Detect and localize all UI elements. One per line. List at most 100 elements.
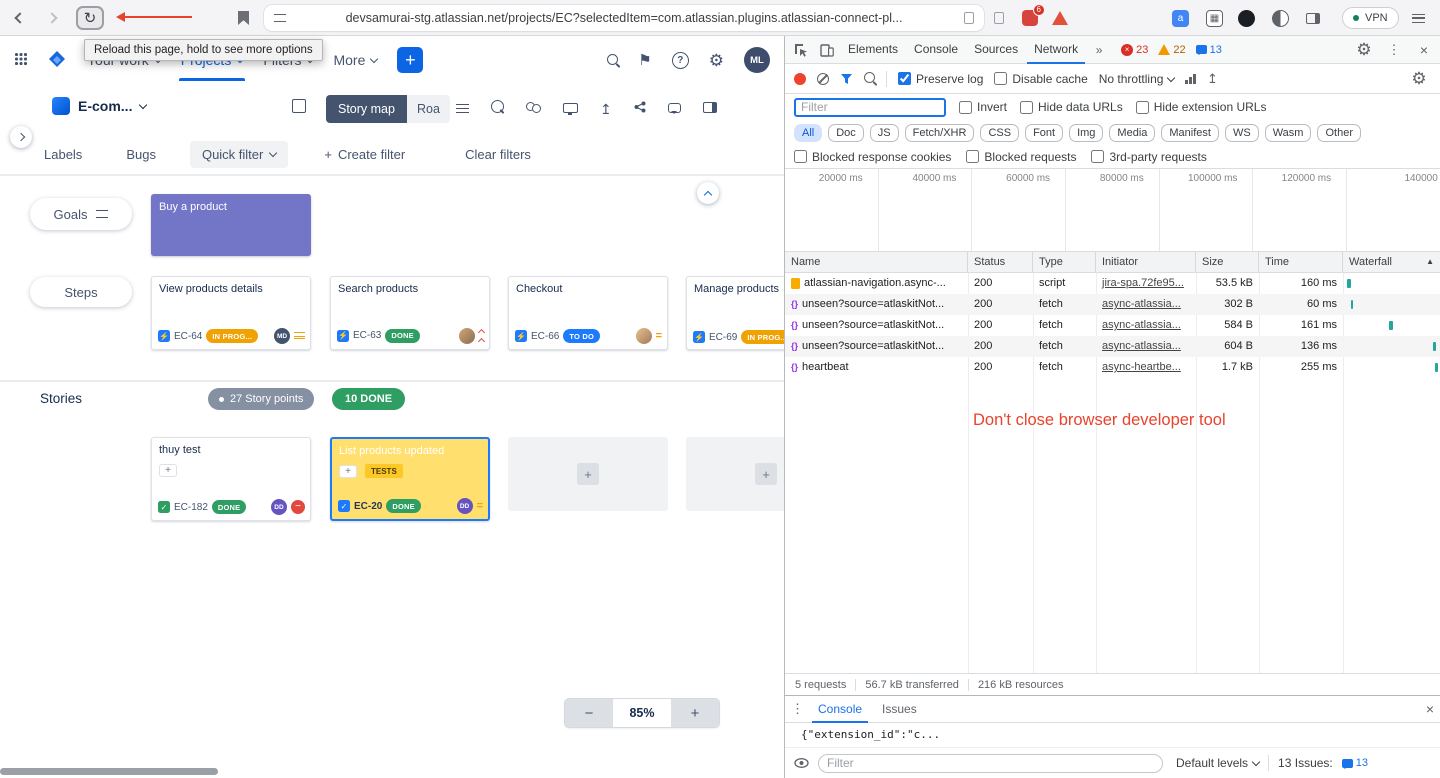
- log-levels-dropdown[interactable]: Default levels: [1176, 756, 1259, 770]
- drawer-menu-button[interactable]: ⋮: [791, 701, 804, 717]
- extension-shield-button[interactable]: 6: [1022, 0, 1038, 36]
- step-card[interactable]: Search products ⚡ EC-63 DONE: [330, 276, 490, 350]
- theme-toggle-button[interactable]: [1272, 0, 1289, 36]
- throttling-dropdown[interactable]: No throttling: [1099, 72, 1175, 86]
- invert-checkbox[interactable]: Invert: [959, 100, 1007, 114]
- filter-pill-ws[interactable]: WS: [1225, 124, 1259, 142]
- presentation-button[interactable]: [563, 100, 578, 118]
- eye-icon[interactable]: [794, 758, 809, 768]
- reload-button[interactable]: ↻: [76, 6, 104, 30]
- step-card[interactable]: Checkout ⚡ EC-66 TO DO =: [508, 276, 668, 350]
- apps-grid-button[interactable]: [14, 52, 27, 68]
- step-card[interactable]: Manage products ⚡ EC-69 IN PROG...: [686, 276, 784, 350]
- record-button[interactable]: [794, 73, 806, 85]
- drawer-tab-console[interactable]: Console: [812, 696, 868, 723]
- story-card-selected[interactable]: List products updated +TESTS ✓ EC-20 DON…: [330, 437, 490, 521]
- network-request-row[interactable]: {}unseen?source=atlaskitNot... 200 fetch…: [785, 294, 1440, 315]
- devtools-menu-button[interactable]: ⋮: [1382, 38, 1406, 62]
- github-extension-button[interactable]: [1238, 0, 1255, 36]
- bookmark-button[interactable]: [238, 0, 249, 36]
- tab-story-map[interactable]: Story map: [326, 95, 407, 123]
- filter-funnel-icon[interactable]: [840, 73, 853, 85]
- column-header-status[interactable]: Status: [968, 252, 1033, 272]
- add-subcard-button[interactable]: +: [159, 464, 177, 477]
- filter-pill-img[interactable]: Img: [1069, 124, 1103, 142]
- filter-pill-media[interactable]: Media: [1109, 124, 1155, 142]
- panel-button[interactable]: [703, 100, 717, 118]
- empty-card-slot[interactable]: +: [508, 437, 668, 511]
- zoom-out-button[interactable]: −: [565, 699, 613, 727]
- add-subcard-button[interactable]: +: [339, 465, 357, 478]
- settings-button[interactable]: ⚙: [709, 52, 724, 69]
- column-header-time[interactable]: Time: [1259, 252, 1343, 272]
- devtools-close-button[interactable]: ×: [1412, 38, 1436, 62]
- filter-pill-wasm[interactable]: Wasm: [1265, 124, 1312, 142]
- team-button[interactable]: [526, 100, 541, 118]
- clear-filters-button[interactable]: Clear filters: [465, 147, 531, 162]
- network-request-row[interactable]: {}heartbeat 200 fetch async-heartbe... 1…: [785, 357, 1440, 378]
- user-avatar[interactable]: ML: [744, 47, 770, 73]
- goal-card[interactable]: Buy a product: [151, 194, 311, 256]
- project-breadcrumb[interactable]: E-com...: [52, 97, 146, 115]
- jira-logo[interactable]: [47, 50, 67, 70]
- column-header-waterfall[interactable]: Waterfall▲: [1343, 252, 1440, 272]
- forward-button[interactable]: [48, 0, 56, 36]
- drawer-close-button[interactable]: ×: [1426, 701, 1434, 717]
- devtools-settings-button[interactable]: ⚙: [1352, 38, 1376, 62]
- column-header-type[interactable]: Type: [1033, 252, 1096, 272]
- filter-pill-doc[interactable]: Doc: [828, 124, 864, 142]
- tab-console[interactable]: Console: [907, 36, 965, 64]
- column-header-initiator[interactable]: Initiator: [1096, 252, 1196, 272]
- create-filter-button[interactable]: +Create filter: [324, 147, 405, 162]
- network-search-button[interactable]: [864, 72, 875, 86]
- page-tools-icon[interactable]: [964, 12, 974, 24]
- sidebar-toggle-button[interactable]: [1306, 0, 1320, 36]
- hide-data-urls-checkbox[interactable]: Hide data URLs: [1020, 100, 1123, 114]
- add-card-button[interactable]: +: [755, 463, 777, 485]
- drawer-tab-issues[interactable]: Issues: [876, 696, 923, 723]
- issues-badge[interactable]: 13: [1342, 757, 1368, 769]
- network-settings-button[interactable]: ⚙: [1407, 67, 1431, 91]
- error-count-badge[interactable]: ×23: [1121, 44, 1148, 56]
- network-filter-input[interactable]: [794, 98, 946, 117]
- filter-bugs[interactable]: Bugs: [126, 147, 156, 162]
- filter-pill-manifest[interactable]: Manifest: [1161, 124, 1219, 142]
- filter-pill-other[interactable]: Other: [1317, 124, 1361, 142]
- back-button[interactable]: [16, 0, 24, 36]
- extension-warning-button[interactable]: [1052, 0, 1068, 36]
- tab-network[interactable]: Network: [1027, 36, 1085, 64]
- notifications-button[interactable]: ⚑: [638, 51, 651, 69]
- fullscreen-icon[interactable]: [292, 99, 306, 113]
- tab-sources[interactable]: Sources: [967, 36, 1025, 64]
- network-request-row[interactable]: atlassian-navigation.async-... 200 scrip…: [785, 273, 1440, 294]
- tab-elements[interactable]: Elements: [841, 36, 905, 64]
- import-har-button[interactable]: ↥: [1207, 71, 1218, 87]
- network-overview-timeline[interactable]: 20000 ms 40000 ms 60000 ms 80000 ms 1000…: [785, 169, 1440, 252]
- network-conditions-icon[interactable]: [1185, 73, 1196, 84]
- share-button[interactable]: [634, 100, 646, 118]
- warning-count-badge[interactable]: 22: [1158, 44, 1185, 56]
- filter-pill-font[interactable]: Font: [1025, 124, 1063, 142]
- empty-card-slot[interactable]: +: [686, 437, 784, 511]
- third-party-checkbox[interactable]: 3rd-party requests: [1091, 150, 1206, 164]
- add-card-button[interactable]: +: [577, 463, 599, 485]
- clear-button[interactable]: [817, 73, 829, 85]
- column-header-name[interactable]: Name: [785, 252, 968, 272]
- export-button[interactable]: ↥: [600, 101, 612, 118]
- translate-extension-button[interactable]: a: [1172, 0, 1189, 36]
- more-tabs-button[interactable]: »: [1087, 38, 1111, 62]
- filter-labels[interactable]: Labels: [44, 147, 82, 162]
- network-request-row[interactable]: {}unseen?source=atlaskitNot... 200 fetch…: [785, 336, 1440, 357]
- zoom-in-button[interactable]: +: [671, 699, 719, 727]
- disable-cache-checkbox[interactable]: Disable cache: [994, 72, 1087, 86]
- nav-more[interactable]: More: [333, 52, 377, 68]
- grid-extension-button[interactable]: ▦: [1206, 0, 1223, 36]
- filter-pill-js[interactable]: JS: [870, 124, 899, 142]
- story-card[interactable]: thuy test + ✓ EC-182 DONE DD −: [151, 437, 311, 521]
- address-bar[interactable]: devsamurai-stg.atlassian.net/projects/EC…: [264, 5, 984, 31]
- console-filter-input[interactable]: [818, 754, 1163, 773]
- help-button[interactable]: ?: [672, 52, 689, 69]
- search-button[interactable]: [607, 52, 618, 68]
- quick-filter-button[interactable]: Quick filter: [190, 141, 288, 168]
- goals-row-label[interactable]: Goals: [30, 198, 132, 230]
